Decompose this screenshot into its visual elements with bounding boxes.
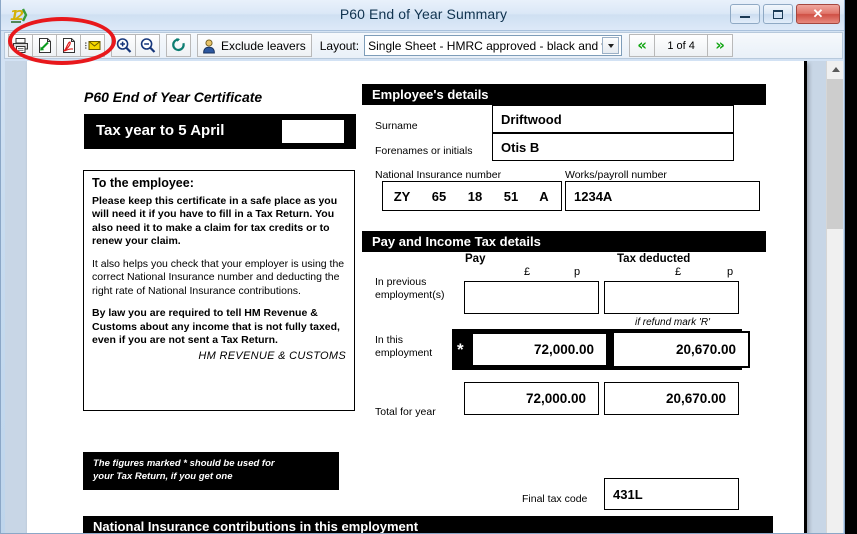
forenames-field[interactable]: Otis B	[492, 133, 734, 161]
export-button[interactable]	[32, 34, 57, 57]
star-note-line-1: The figures marked * should be used for	[93, 458, 275, 469]
tax-year-label: Tax year to 5 April	[96, 122, 225, 139]
window-frame: 1 2 P60 End of Year Summary ✕ Exclude le…	[0, 0, 845, 534]
magnifier-plus-icon	[116, 38, 131, 53]
maximize-icon	[773, 9, 783, 19]
tax-pounds-symbol: £	[675, 266, 682, 278]
pay-column-header: Pay	[465, 253, 486, 265]
tax-pence-symbol: p	[727, 266, 734, 278]
pay-tax-section-title: Pay and Income Tax details	[362, 231, 766, 252]
printer-icon	[12, 38, 28, 53]
scroll-up-arrow-icon	[831, 67, 840, 72]
employee-note-paragraph-3: By law you are required to tell HM Reven…	[92, 307, 340, 346]
window-controls: ✕	[730, 4, 840, 24]
email-button[interactable]	[80, 34, 105, 57]
star-note-line-2: your Tax Return, if you get one	[93, 470, 233, 482]
ni-number-segment: 51	[503, 188, 519, 204]
previous-employment-label: In previous employment(s)	[375, 276, 445, 302]
refresh-icon	[171, 38, 185, 51]
employee-note-paragraph-1: Please keep this certificate in a safe p…	[92, 195, 338, 248]
minimize-button[interactable]	[730, 4, 760, 24]
double-chevron-left-icon: «	[637, 36, 647, 54]
ni-number-field[interactable]: ZY 65 18 51 A	[382, 181, 562, 211]
employee-details-section-title: Employee's details	[362, 84, 766, 105]
exclude-leavers-label: Exclude leavers	[221, 38, 306, 53]
final-tax-code-label: Final tax code	[522, 493, 588, 505]
star-note-box: The figures marked * should be used for …	[83, 452, 339, 490]
refund-note: if refund mark 'R'	[635, 317, 710, 328]
print-button[interactable]	[8, 34, 33, 57]
previous-employment-pay-field[interactable]	[464, 281, 599, 314]
scroll-up-button[interactable]	[827, 61, 843, 78]
total-for-year-label: Total for year	[375, 406, 436, 418]
layout-label: Layout:	[319, 38, 360, 53]
ni-section-title: National Insurance contributions in this…	[83, 516, 773, 533]
refresh-button[interactable]	[166, 34, 191, 57]
final-tax-code-field[interactable]: 431L	[604, 478, 739, 510]
hmrc-signature: HM REVENUE & CUSTOMS	[198, 350, 346, 363]
pdf-icon	[62, 38, 75, 53]
vertical-scrollbar[interactable]	[826, 61, 843, 533]
ni-number-segment: 18	[467, 188, 483, 204]
pay-pounds-symbol: £	[524, 266, 531, 278]
this-employment-label: In this employment	[375, 334, 433, 360]
exclude-leavers-button[interactable]: Exclude leavers	[197, 34, 312, 57]
close-button[interactable]: ✕	[796, 4, 840, 24]
title-bar: 1 2 P60 End of Year Summary ✕	[1, 0, 844, 31]
zoom-in-button[interactable]	[111, 34, 136, 57]
document-viewport: P60 End of Year Certificate Tax year to …	[5, 61, 843, 533]
layout-selected-value: Single Sheet - HMRC approved - black and…	[368, 38, 602, 53]
tax-year-value-field[interactable]	[282, 120, 344, 143]
next-page-button[interactable]: »	[707, 34, 734, 57]
previous-page-button[interactable]: «	[629, 34, 656, 57]
window-title: P60 End of Year Summary	[339, 6, 508, 22]
layout-select[interactable]: Single Sheet - HMRC approved - black and…	[364, 35, 623, 56]
works-number-field[interactable]: 1234A	[565, 181, 760, 211]
toolbar: Exclude leavers Layout: Single Sheet - H…	[4, 32, 843, 59]
tax-year-bar: Tax year to 5 April	[84, 114, 356, 149]
chevron-down-icon[interactable]	[602, 37, 620, 54]
export-document-icon	[38, 38, 51, 53]
ni-number-segment: ZY	[393, 188, 411, 204]
this-employment-pay-field[interactable]: 72,000.00	[472, 333, 607, 366]
pay-pence-symbol: p	[574, 266, 581, 278]
pdf-button[interactable]	[56, 34, 81, 57]
certificate-title: P60 End of Year Certificate	[84, 89, 263, 105]
close-icon: ✕	[812, 6, 824, 21]
envelope-icon	[84, 41, 100, 50]
total-pay-field[interactable]: 72,000.00	[464, 382, 599, 415]
this-employment-tax-field[interactable]: 20,670.00	[612, 331, 750, 368]
person-icon	[203, 38, 215, 53]
magnifier-minus-icon	[140, 38, 155, 53]
ni-number-segment: A	[539, 188, 549, 204]
employee-note-heading: To the employee:	[92, 176, 194, 190]
surname-field[interactable]: Driftwood	[492, 105, 734, 133]
employee-note-paragraph-2: It also helps you check that your employ…	[92, 257, 345, 297]
minimize-icon	[740, 15, 750, 18]
previous-employment-tax-field[interactable]	[604, 281, 739, 314]
employee-note-box: To the employee: Please keep this certif…	[83, 170, 355, 411]
ni-number-segment: 65	[431, 188, 447, 204]
star-symbol: *	[457, 340, 464, 359]
tax-column-header: Tax deducted	[617, 253, 691, 265]
ni-number-label: National Insurance number	[375, 169, 502, 181]
double-chevron-right-icon: »	[715, 36, 725, 54]
vertical-scroll-thumb[interactable]	[827, 79, 843, 229]
zoom-out-button[interactable]	[135, 34, 160, 57]
right-edge-gutter	[845, 0, 857, 534]
surname-label: Surname	[375, 120, 418, 132]
works-number-label: Works/payroll number	[565, 169, 667, 181]
maximize-button[interactable]	[763, 4, 793, 24]
document-page: P60 End of Year Certificate Tax year to …	[27, 61, 807, 533]
total-tax-field[interactable]: 20,670.00	[604, 382, 739, 415]
forenames-label: Forenames or initials	[375, 145, 473, 157]
page-indicator: 1 of 4	[654, 34, 709, 57]
application-window: 1 2 P60 End of Year Summary ✕ Exclude le…	[0, 0, 857, 534]
